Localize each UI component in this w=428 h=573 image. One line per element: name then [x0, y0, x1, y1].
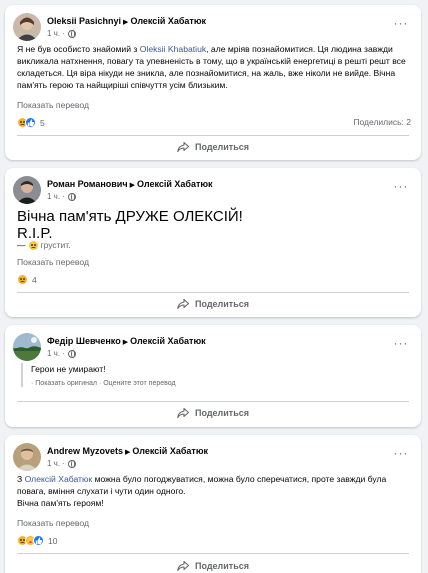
more-options-icon[interactable]: ···	[393, 17, 409, 31]
post-text-line: Вічна пам'ять ДРУЖЕ ОЛЕКСІЙ!	[17, 208, 243, 225]
reactions-summary[interactable]: 10	[17, 535, 57, 546]
arrow-right-icon: ▶	[125, 449, 131, 456]
reactions-summary[interactable]: 5	[17, 117, 45, 128]
author-name[interactable]: Федір Шевченко	[47, 336, 121, 346]
author-name[interactable]: Oleksii Pasichnyi	[47, 16, 121, 26]
avatar[interactable]	[13, 176, 41, 204]
more-options-icon[interactable]: ···	[393, 447, 409, 461]
news-feed: Oleksii Pasichnyi ▶ Олексій Хабатюк 1 ч. · …	[0, 0, 428, 573]
post-card: Oleksii Pasichnyi ▶ Олексій Хабатюк 1 ч. · …	[5, 5, 421, 160]
reactions-count: 10	[48, 535, 58, 546]
post-meta: 1 ч. ·	[47, 29, 76, 38]
post-time[interactable]: 1 ч.	[47, 29, 60, 38]
sad-reaction-icon	[17, 274, 28, 285]
see-translation-link[interactable]: Показать перевод	[17, 518, 89, 528]
post-text: Вічна пам'ять ДРУЖЕ ОЛЕКСІЙ! R.I.P.	[17, 208, 243, 242]
share-arrow-icon	[177, 561, 189, 571]
feeling-label[interactable]: грустит.	[41, 240, 71, 250]
author-line: Роман Романович ▶ Олексій Хабатюк	[47, 179, 213, 189]
reactions-summary[interactable]: 4	[17, 274, 37, 285]
author-line: Oleksii Pasichnyi ▶ Олексій Хабатюк	[47, 16, 206, 26]
globe-icon	[67, 349, 76, 358]
avatar[interactable]	[13, 443, 41, 471]
post-time[interactable]: 1 ч.	[47, 192, 60, 201]
globe-icon	[67, 29, 76, 38]
author-line: Andrew Myzovets ▶ Олексій Хабатюк	[47, 446, 208, 456]
arrow-right-icon: ▶	[123, 19, 129, 26]
arrow-right-icon: ▶	[129, 182, 135, 189]
see-translation-link[interactable]: Показать перевод	[17, 257, 89, 267]
share-button[interactable]: Поделиться	[17, 136, 409, 158]
author-name[interactable]: Роман Романович	[47, 179, 128, 189]
share-arrow-icon	[177, 142, 189, 152]
post-time[interactable]: 1 ч.	[47, 349, 60, 358]
globe-icon	[67, 459, 76, 468]
share-label: Поделиться	[194, 561, 249, 571]
target-name[interactable]: Олексій Хабатюк	[130, 336, 206, 346]
show-original-link[interactable]: · Показать оригинал	[31, 380, 97, 387]
arrow-right-icon: ▶	[122, 339, 129, 346]
post-card: Федір Шевченко ▶ Олексій Хабатюк 1 ч. · ···…	[5, 325, 421, 427]
post-meta: 1 ч. ·	[47, 349, 76, 358]
feeling-activity: — грустит.	[17, 240, 71, 250]
share-label: Поделиться	[194, 408, 249, 418]
rate-translation-link[interactable]: · Оцените этот перевод	[99, 380, 176, 387]
globe-icon	[67, 192, 76, 201]
divider	[17, 553, 409, 554]
target-name[interactable]: Олексій Хабатюк	[130, 16, 206, 26]
share-label: Поделиться	[194, 142, 249, 152]
post-header: Роман Романович ▶ Олексій Хабатюк 1 ч. · ··…	[13, 176, 413, 212]
target-name[interactable]: Олексій Хабатюк	[137, 179, 213, 189]
post-text: Я не був особисто знайомий з Oleksii Kha…	[17, 44, 406, 90]
author-line: Федір Шевченко ▶ Олексій Хабатюк	[47, 336, 206, 346]
see-translation-link[interactable]: Показать перевод	[17, 100, 89, 110]
like-reaction-icon	[25, 117, 36, 128]
post-text: Герои не умирают!	[31, 364, 106, 374]
mention-link[interactable]: Олексій Хабатюк	[25, 474, 93, 484]
reactions-count: 4	[32, 274, 37, 285]
mention-link[interactable]: Oleksii Khabatiuk	[140, 44, 206, 54]
share-arrow-icon	[177, 299, 189, 309]
post-time[interactable]: 1 ч.	[47, 459, 60, 468]
more-options-icon[interactable]: ···	[393, 180, 409, 194]
like-reaction-icon	[33, 535, 44, 546]
reactions-count: 5	[40, 117, 45, 128]
target-name[interactable]: Олексій Хабатюк	[132, 446, 208, 456]
translated-text-block: Герои не умирают! · Показать оригинал · …	[21, 363, 409, 387]
share-button[interactable]: Поделиться	[17, 555, 409, 573]
avatar[interactable]	[13, 13, 41, 41]
author-name[interactable]: Andrew Myzovets	[47, 446, 123, 456]
sad-face-icon	[28, 240, 38, 250]
share-arrow-icon	[177, 408, 189, 418]
post-card: Andrew Myzovets ▶ Олексій Хабатюк 1 ч. · ··…	[5, 435, 421, 573]
share-button[interactable]: Поделиться	[17, 293, 409, 315]
shares-count[interactable]: Поделились: 2	[353, 117, 411, 127]
post-meta: 1 ч. ·	[47, 459, 76, 468]
share-label: Поделиться	[194, 299, 249, 309]
post-text-line: Вічна пам'ять героям!	[17, 498, 104, 508]
avatar[interactable]	[13, 333, 41, 361]
post-text: З Олексій Хабатюк можна було погоджувати…	[17, 473, 409, 509]
translation-links: · Показать оригинал · Оцените этот перев…	[31, 380, 409, 387]
share-button[interactable]: Поделиться	[17, 402, 409, 424]
post-card: Роман Романович ▶ Олексій Хабатюк 1 ч. · ··…	[5, 168, 421, 317]
post-meta: 1 ч. ·	[47, 192, 76, 201]
more-options-icon[interactable]: ···	[393, 337, 409, 351]
